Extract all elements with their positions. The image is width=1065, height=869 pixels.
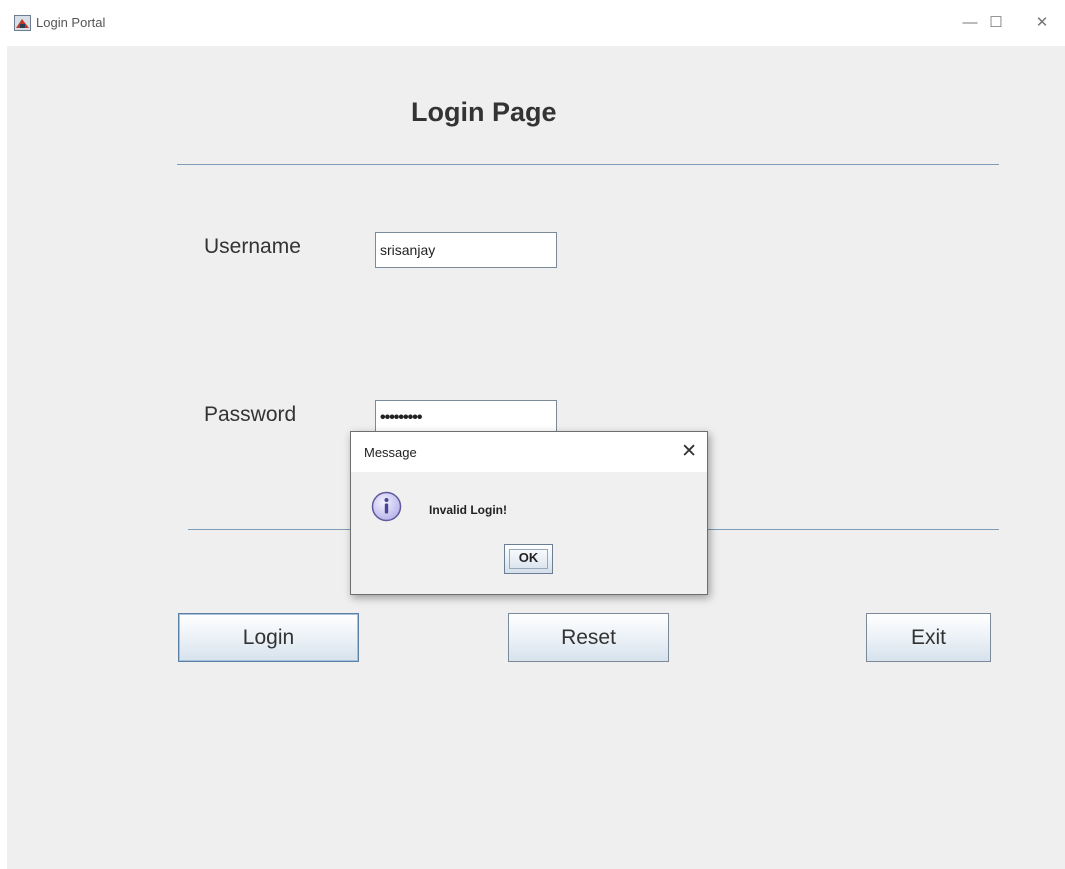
dialog-title: Message <box>364 445 417 460</box>
info-icon <box>371 491 402 522</box>
minimize-button[interactable]: — <box>956 10 984 36</box>
message-dialog: Message ✕ Invalid Login! OK <box>350 431 708 595</box>
username-input[interactable] <box>375 232 557 268</box>
exit-button[interactable]: Exit <box>866 613 991 662</box>
reset-button[interactable]: Reset <box>508 613 669 662</box>
window-titlebar: Login Portal — ☐ ✕ <box>0 0 1065 46</box>
maximize-button[interactable]: ☐ <box>982 10 1010 36</box>
dialog-titlebar: Message ✕ <box>351 432 707 472</box>
page-title: Login Page <box>411 97 557 127</box>
close-button[interactable]: ✕ <box>1028 10 1056 36</box>
password-label: Password <box>204 403 297 426</box>
java-app-icon <box>14 15 31 31</box>
dialog-message: Invalid Login! <box>429 503 507 517</box>
top-separator <box>177 164 999 165</box>
window-title: Login Portal <box>36 15 106 30</box>
ok-label: OK <box>518 550 539 565</box>
dialog-close-button[interactable]: ✕ <box>681 440 697 464</box>
login-button[interactable]: Login <box>178 613 359 662</box>
dialog-ok-button[interactable]: OK <box>504 544 553 574</box>
username-label: Username <box>204 235 301 258</box>
